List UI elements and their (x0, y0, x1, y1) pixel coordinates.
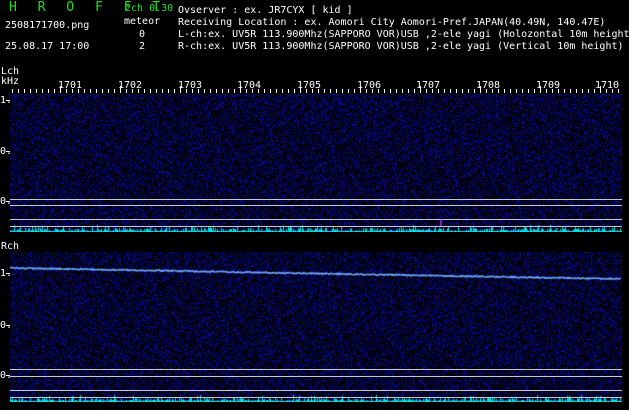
rch-spectrogram (10, 252, 622, 402)
lch-spectrogram (10, 94, 622, 232)
